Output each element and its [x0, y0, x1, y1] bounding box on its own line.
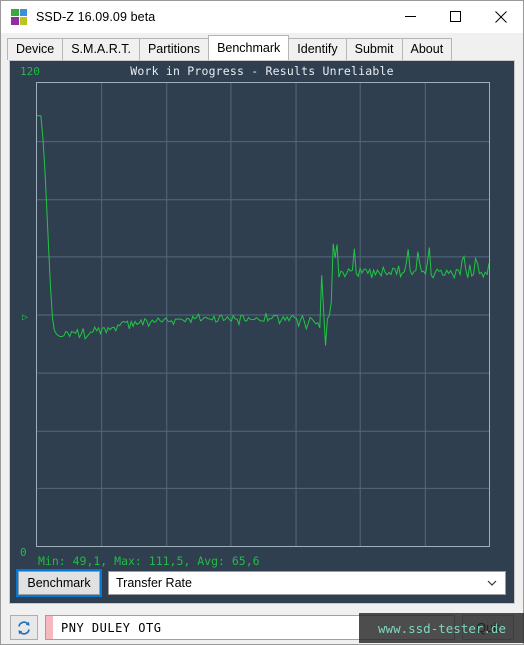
tab-device[interactable]: Device — [7, 38, 64, 60]
ssd-z-window: SSD-Z 16.09.09 beta Device S.M.A.R.T. Pa… — [0, 0, 524, 645]
chart-cursor-marker: ▷ — [22, 312, 29, 324]
close-icon — [494, 10, 507, 23]
tab-identify[interactable]: Identify — [288, 38, 347, 60]
tab-partitions[interactable]: Partitions — [138, 38, 210, 60]
y-axis-min-label: 0 — [20, 546, 27, 559]
status-bar: PNY DULEY OTG Quit — [1, 611, 523, 644]
minimize-icon — [405, 16, 416, 17]
close-button[interactable] — [478, 1, 523, 33]
tab-smart[interactable]: S.M.A.R.T. — [62, 38, 140, 60]
window-controls — [388, 1, 523, 33]
maximize-button[interactable] — [433, 1, 478, 33]
refresh-icon — [18, 621, 30, 635]
device-status-flag — [46, 616, 53, 640]
title-bar: SSD-Z 16.09.09 beta — [1, 1, 523, 33]
device-name-value: PNY DULEY OTG — [61, 620, 162, 635]
app-logo-icon — [11, 8, 27, 25]
refresh-device-button[interactable] — [10, 615, 38, 641]
tab-benchmark[interactable]: Benchmark — [208, 35, 290, 60]
transfer-rate-trace — [37, 83, 489, 546]
device-name-field[interactable]: PNY DULEY OTG — [45, 615, 455, 641]
window-title: SSD-Z 16.09.09 beta — [36, 9, 156, 24]
minimize-button[interactable] — [388, 1, 433, 33]
benchmark-run-button[interactable]: Benchmark — [16, 569, 102, 597]
tab-about[interactable]: About — [401, 38, 453, 60]
work-in-progress-warning: Work in Progress - Results Unreliable — [130, 64, 394, 78]
tab-bar: Device S.M.A.R.T. Partitions Benchmark I… — [1, 33, 523, 60]
chart-header: 120 Work in Progress - Results Unreliabl… — [16, 65, 508, 80]
benchmark-controls: Benchmark Transfer Rate — [16, 569, 508, 597]
chart-plot-area — [36, 82, 490, 547]
benchmark-mode-value: Transfer Rate — [116, 576, 192, 590]
quit-button[interactable]: Quit — [462, 615, 514, 641]
benchmark-graph-container: 120 Work in Progress - Results Unreliabl… — [9, 60, 515, 604]
benchmark-panel: 120 Work in Progress - Results Unreliabl… — [1, 60, 523, 612]
benchmark-chart: 120 Work in Progress - Results Unreliabl… — [16, 65, 508, 569]
benchmark-mode-select[interactable]: Transfer Rate — [108, 571, 506, 595]
tab-submit[interactable]: Submit — [345, 38, 403, 60]
chevron-down-icon — [487, 580, 497, 586]
benchmark-stats-line: Min: 49,1, Max: 111,5, Avg: 65,6 — [38, 554, 260, 568]
maximize-icon — [450, 11, 461, 22]
